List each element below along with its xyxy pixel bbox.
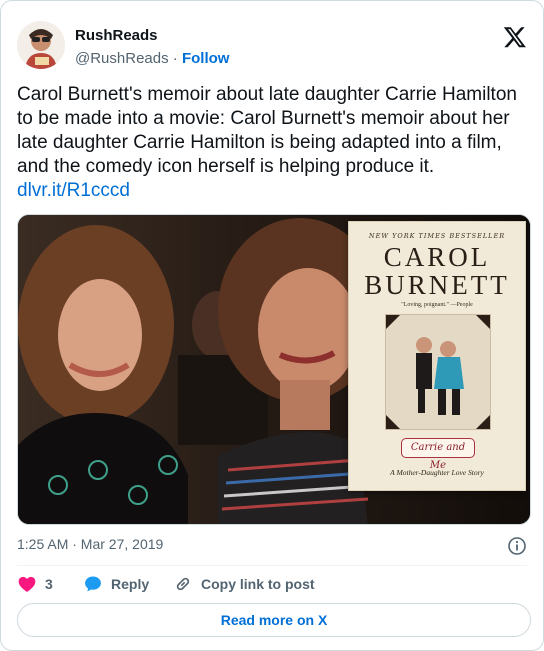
author-name[interactable]: RushReads (75, 27, 158, 44)
reply-button[interactable]: Reply (83, 573, 149, 595)
post-link[interactable]: dlvr.it/R1cccd (17, 180, 130, 201)
avatar-image (17, 21, 65, 69)
post-body: Carol Burnett's memoir about late daught… (17, 84, 517, 177)
book-quote: "Loving, poignant." —People (401, 302, 473, 308)
link-icon (176, 577, 190, 591)
copy-link-button[interactable]: Copy link to post (173, 573, 315, 595)
book-title-line1: CAROL (383, 242, 491, 272)
author-handle[interactable]: @RushReads (75, 50, 169, 67)
reply-icon (85, 576, 101, 592)
like-count: 3 (45, 576, 53, 592)
action-bar: 3 Reply Copy link to post (17, 573, 527, 595)
book-subtitle: A Mother-Daughter Love Story (390, 468, 484, 477)
reply-label: Reply (111, 576, 150, 592)
post-card: RushReads @RushReads · Follow Carol Burn… (0, 0, 544, 651)
heart-icon (18, 576, 36, 592)
avatar[interactable] (17, 21, 65, 69)
post-meta: 1:25 AM · Mar 27, 2019 (17, 536, 527, 556)
read-more-button[interactable]: Read more on X (17, 603, 531, 637)
separator-dot: · (172, 50, 178, 67)
post-timestamp[interactable]: 1:25 AM · Mar 27, 2019 (17, 536, 163, 552)
post-media[interactable]: NEW YORK TIMES BESTSELLER CAROL BURNETT … (17, 214, 531, 525)
post-text: Carol Burnett's memoir about late daught… (17, 83, 529, 203)
follow-button[interactable]: Follow (182, 50, 230, 67)
book-signature-title: Carrie and Me (401, 438, 475, 471)
copy-link-label: Copy link to post (201, 576, 315, 592)
author-handle-row: @RushReads · Follow (75, 50, 229, 67)
book-photo-image (386, 315, 490, 429)
divider (17, 565, 527, 566)
book-title-line2: BURNETT (364, 270, 510, 300)
book-cover-photo (385, 314, 491, 430)
book-cover: NEW YORK TIMES BESTSELLER CAROL BURNETT … (348, 221, 526, 491)
post-header: RushReads @RushReads · Follow (17, 21, 527, 73)
info-icon[interactable] (507, 536, 527, 556)
book-bestseller-label: NEW YORK TIMES BESTSELLER (368, 232, 506, 240)
x-logo-icon[interactable] (503, 25, 527, 49)
like-button[interactable]: 3 (17, 573, 53, 595)
